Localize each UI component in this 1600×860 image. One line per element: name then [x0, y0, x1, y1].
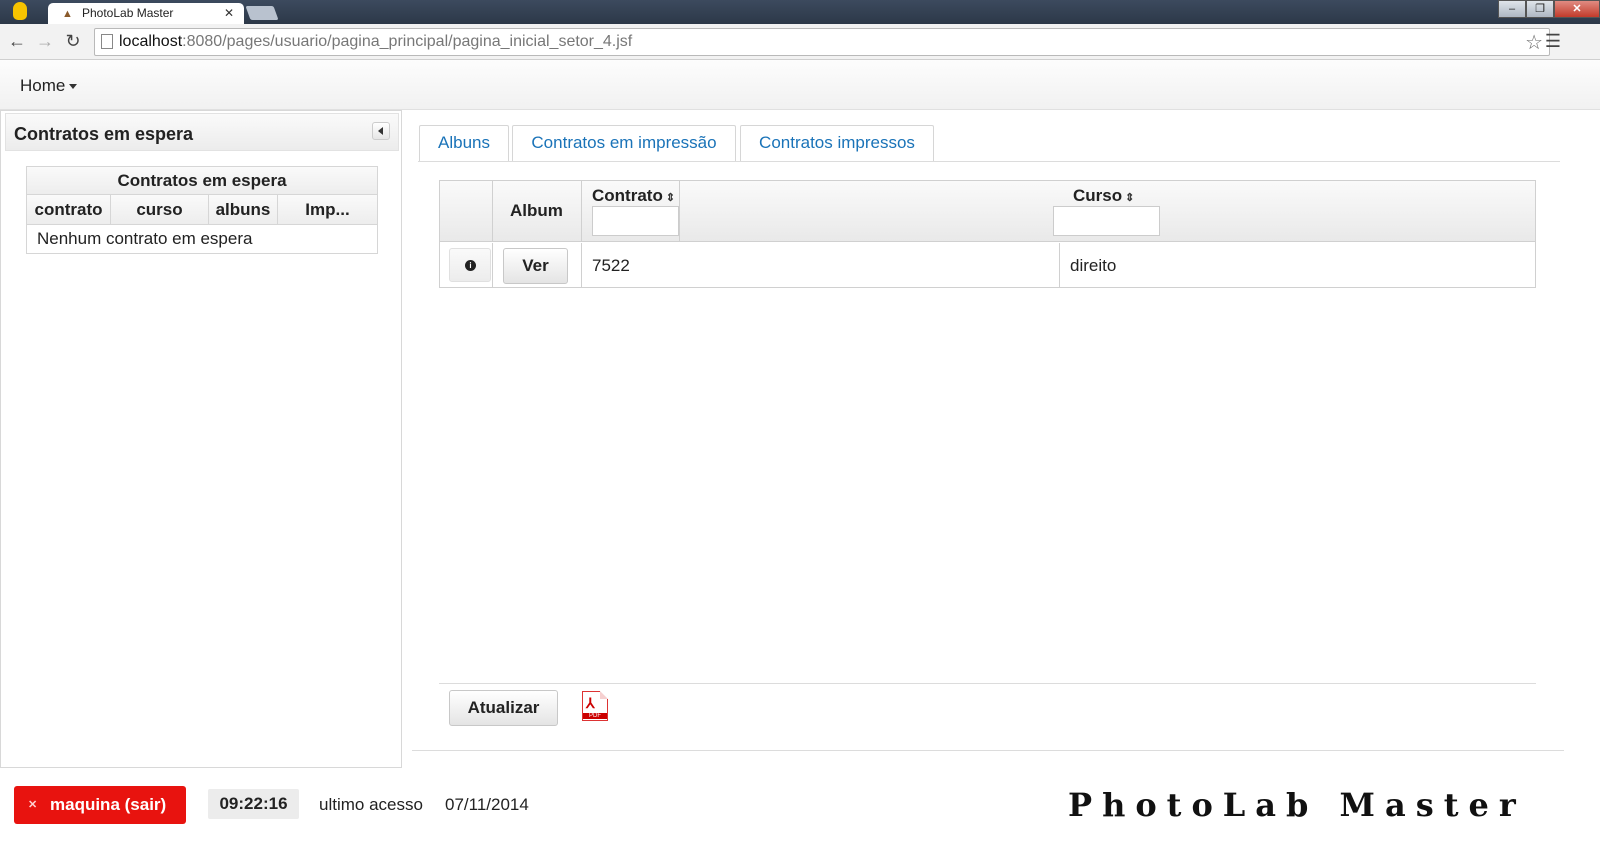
table-header-row: contrato curso albuns Imp... — [27, 195, 377, 225]
browser-titlebar: ▲ PhotoLab Master ✕ – ❐ ✕ — [0, 0, 1600, 25]
panel-header: Contratos em espera — [5, 113, 399, 151]
atualizar-button[interactable]: Atualizar — [449, 690, 558, 726]
contrato-filter-input[interactable] — [592, 206, 679, 236]
ver-button[interactable]: Ver — [503, 248, 568, 284]
column-header-contrato[interactable]: contrato — [27, 195, 111, 224]
curso-cell: direito — [1060, 243, 1535, 288]
pdf-icon[interactable]: ⅄ PDF — [582, 691, 608, 721]
last-access-label: ultimo acesso — [319, 795, 423, 814]
sort-icon[interactable]: ⇕ — [1125, 192, 1134, 204]
column-header-curso[interactable]: curso — [111, 195, 209, 224]
pdf-icon-label: PDF — [583, 713, 607, 719]
reload-icon[interactable]: ↻ — [62, 31, 84, 52]
sort-icon[interactable]: ⇕ — [666, 192, 675, 204]
star-icon[interactable]: ☆ — [1525, 30, 1543, 55]
favicon-icon: ▲ — [62, 8, 73, 20]
row-info-button[interactable]: i — [449, 248, 491, 282]
last-access-date: 07/11/2014 — [445, 795, 529, 814]
album-cell: Ver — [493, 243, 582, 288]
contrato-header-label[interactable]: Contrato ⇕ — [592, 186, 675, 206]
chrome-logo-icon — [10, 0, 30, 24]
album-header: Album — [493, 181, 582, 242]
home-menu-label: Home — [20, 76, 66, 95]
window-close-button[interactable]: ✕ — [1554, 0, 1600, 18]
empty-message: Nenhum contrato em espera — [37, 229, 253, 248]
waiting-contracts-table: Contratos em espera contrato curso albun… — [26, 166, 378, 254]
window-controls: – ❐ ✕ — [1498, 0, 1600, 18]
brand-logo: PhotoLab Master — [1068, 786, 1526, 824]
page-icon — [101, 34, 113, 49]
logout-button[interactable]: ✕ maquina (sair) — [14, 786, 186, 824]
address-bar[interactable]: localhost:8080/pages/usuario/pagina_prin… — [94, 28, 1550, 56]
curso-header-label[interactable]: Curso ⇕ — [1073, 186, 1134, 206]
contrato-header[interactable]: Contrato ⇕ — [582, 181, 680, 242]
curso-value: direito — [1070, 256, 1117, 275]
home-menu[interactable]: Home — [20, 76, 78, 96]
info-icon: i — [465, 260, 476, 271]
album-header-label: Album — [510, 201, 563, 220]
url-text: localhost:8080/pages/usuario/pagina_prin… — [119, 33, 633, 50]
browser-toolbar: ← → ↻ localhost:8080/pages/usuario/pagin… — [0, 24, 1600, 60]
tab-albuns[interactable]: Albuns — [419, 125, 509, 161]
table-caption: Contratos em espera — [27, 167, 377, 195]
contrato-cell: 7522 — [582, 243, 1060, 288]
new-tab-button[interactable] — [245, 6, 279, 20]
back-icon[interactable]: ← — [6, 31, 28, 52]
expander-header — [440, 181, 493, 242]
tab-contratos-em-impressao[interactable]: Contratos em impressão — [512, 125, 736, 161]
curso-header[interactable]: Curso ⇕ — [680, 181, 1535, 242]
close-icon[interactable]: ✕ — [224, 6, 234, 20]
menu-icon[interactable]: ☰ — [1542, 31, 1564, 52]
tab-contratos-impressos[interactable]: Contratos impressos — [740, 125, 934, 161]
waiting-contracts-panel: Contratos em espera Contratos em espera … — [0, 110, 402, 768]
curso-filter-input[interactable] — [1053, 206, 1160, 236]
close-icon: ✕ — [28, 799, 38, 811]
forward-icon[interactable]: → — [34, 31, 56, 52]
contrato-value: 7522 — [592, 256, 630, 275]
browser-tab[interactable]: ▲ PhotoLab Master ✕ — [48, 3, 244, 25]
panel-title: Contratos em espera — [14, 124, 194, 144]
divider — [439, 683, 1536, 684]
collapse-panel-button[interactable] — [372, 122, 390, 140]
menubar: Home — [0, 60, 1600, 110]
albums-grid: Album Contrato ⇕ Curso ⇕ i Ver 7522 direit… — [439, 180, 1536, 288]
divider — [412, 750, 1564, 751]
expander-cell: i — [440, 243, 493, 288]
chevron-left-icon — [378, 127, 383, 135]
restore-button[interactable]: ❐ — [1526, 0, 1554, 18]
session-clock: 09:22:16 — [208, 789, 299, 819]
browser-tab-title: PhotoLab Master — [82, 6, 174, 20]
caret-down-icon — [69, 84, 78, 90]
tab-bar: Albuns Contratos em impressão Contratos … — [418, 125, 1560, 162]
minimize-button[interactable]: – — [1498, 0, 1526, 18]
logout-label: maquina (sair) — [50, 795, 167, 814]
column-header-imp[interactable]: Imp... — [278, 195, 377, 224]
column-header-albuns[interactable]: albuns — [209, 195, 278, 224]
